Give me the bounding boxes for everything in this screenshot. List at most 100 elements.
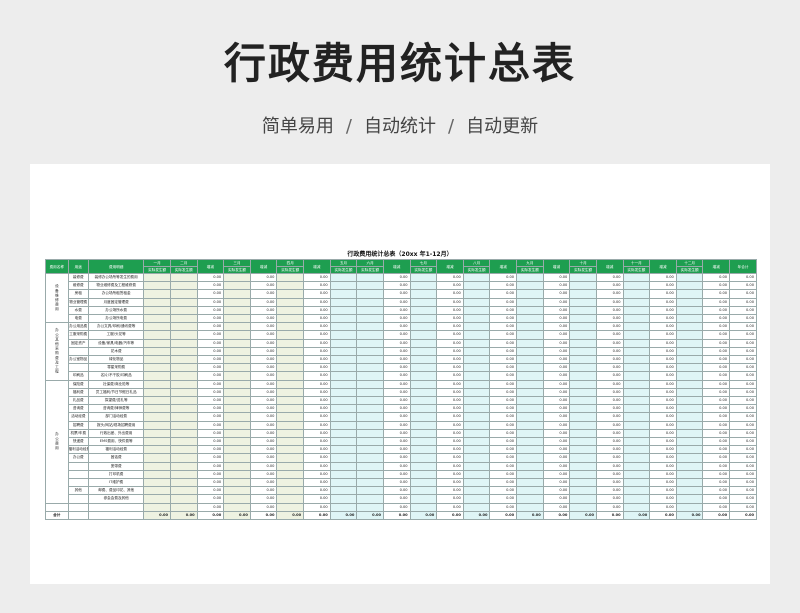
value-cell: 0.00 [436, 371, 464, 381]
value-cell: 0.00 [382, 314, 411, 324]
amount-cell [356, 461, 384, 471]
amount-cell [276, 469, 305, 480]
amount-cell [409, 338, 438, 348]
amount-cell [675, 502, 704, 512]
value-cell: 0.00 [702, 412, 731, 422]
value-cell: 0.00 [595, 412, 624, 422]
value-cell: 0.00 [436, 305, 464, 316]
value-cell: 0.00 [436, 486, 464, 496]
total-value-cell: 0.00 [409, 510, 438, 521]
value-cell: 0.00 [489, 371, 518, 381]
usage-cell: 办公用品费 [67, 322, 90, 332]
value-cell: 0.00 [595, 486, 624, 496]
amount-cell [569, 355, 597, 365]
total-value-cell: 0.00 [622, 510, 651, 521]
value-cell: 0.00 [303, 461, 331, 471]
amount-cell [409, 330, 438, 340]
detail-cell: 绿化物品 [88, 355, 145, 365]
amount-cell [409, 428, 438, 439]
value-cell: 0.00 [249, 420, 278, 430]
total-value-cell: 0.00 [729, 510, 757, 521]
usage-cell: 机票/车费 [67, 428, 90, 439]
value-cell: 0.00 [595, 453, 624, 463]
amount-cell [409, 305, 438, 316]
value-cell: 0.00 [196, 494, 225, 504]
value-cell: 0.00 [729, 404, 757, 414]
value-cell: 0.00 [196, 387, 225, 398]
amount-cell [223, 355, 251, 365]
amount-cell [276, 461, 305, 471]
value-cell: 0.00 [382, 297, 411, 307]
amount-cell [622, 387, 651, 398]
detail-cell: 工服/头花等 [88, 330, 145, 340]
usage-cell: 咨询费 [67, 404, 90, 414]
detail-cell: IT维护费 [88, 478, 145, 488]
value-cell: 0.00 [649, 502, 677, 512]
value-cell: 0.00 [249, 338, 278, 348]
amount-cell [169, 322, 198, 332]
value-cell: 0.00 [595, 338, 624, 348]
value-cell: 0.00 [702, 428, 731, 439]
value-cell: 0.00 [436, 445, 464, 455]
amount-cell [569, 272, 597, 283]
value-cell: 0.00 [303, 412, 331, 422]
amount-cell [329, 305, 358, 316]
value-cell: 0.00 [436, 420, 464, 430]
amount-cell [409, 379, 438, 389]
usage-cell: 快递费 [67, 437, 90, 447]
amount-cell [223, 478, 251, 488]
amount-cell [276, 289, 305, 299]
amount-cell [329, 461, 358, 471]
amount-cell [569, 453, 597, 463]
column-subheader: 实际发生额 [223, 266, 251, 274]
value-cell: 0.00 [489, 396, 518, 406]
value-cell: 0.00 [542, 486, 571, 496]
value-cell: 0.00 [303, 346, 331, 357]
usage-cell: 工服采购费 [67, 330, 90, 340]
amount-cell [622, 355, 651, 365]
amount-cell [356, 272, 384, 283]
amount-cell [223, 494, 251, 504]
value-cell: 0.00 [542, 314, 571, 324]
amount-cell [169, 387, 198, 398]
amount-cell [329, 346, 358, 357]
value-cell: 0.00 [382, 494, 411, 504]
value-cell: 0.00 [196, 461, 225, 471]
detail-cell: 花木费 [88, 346, 145, 357]
page-title: 行政费用统计总表 [223, 39, 576, 88]
value-cell: 0.00 [702, 461, 731, 471]
amount-cell [675, 338, 704, 348]
amount-cell [675, 281, 704, 291]
amount-cell [569, 289, 597, 299]
column-header: 四月 [276, 259, 305, 267]
amount-cell [622, 322, 651, 332]
usage-cell [67, 469, 90, 480]
table-row: 福利活动经费 福利活动经费 0.00 0.00 0.00 0.00 0.00 0.00 0.00… [46, 445, 757, 455]
value-cell: 0.00 [303, 387, 331, 398]
amount-cell [622, 314, 651, 324]
value-cell: 0.00 [196, 478, 225, 488]
amount-cell [675, 412, 704, 422]
value-cell: 0.00 [729, 486, 757, 496]
amount-cell [329, 338, 358, 348]
value-cell: 0.00 [729, 494, 757, 504]
value-cell: 0.00 [489, 330, 518, 340]
amount-cell [223, 272, 251, 283]
value-cell: 0.00 [729, 428, 757, 439]
value-cell: 0.00 [249, 412, 278, 422]
column-header: 十一月 [622, 259, 651, 267]
amount-cell [329, 297, 358, 307]
value-cell: 0.00 [649, 338, 677, 348]
amount-cell [462, 314, 491, 324]
usage-cell: 水费 [67, 305, 90, 316]
value-cell: 0.00 [249, 387, 278, 398]
amount-cell [675, 453, 704, 463]
value-cell: 0.00 [382, 281, 411, 291]
amount-cell [569, 396, 597, 406]
amount-cell [356, 330, 384, 340]
amount-cell [622, 478, 651, 488]
value-cell: 0.00 [595, 272, 624, 283]
detail-cell: 邮费、费品印花、其他 [88, 486, 145, 496]
value-cell: 0.00 [303, 478, 331, 488]
table-row: 工服采购费 工服/头花等 0.00 0.00 0.00 0.00 0.00 0.00 0.00 0… [46, 330, 757, 340]
